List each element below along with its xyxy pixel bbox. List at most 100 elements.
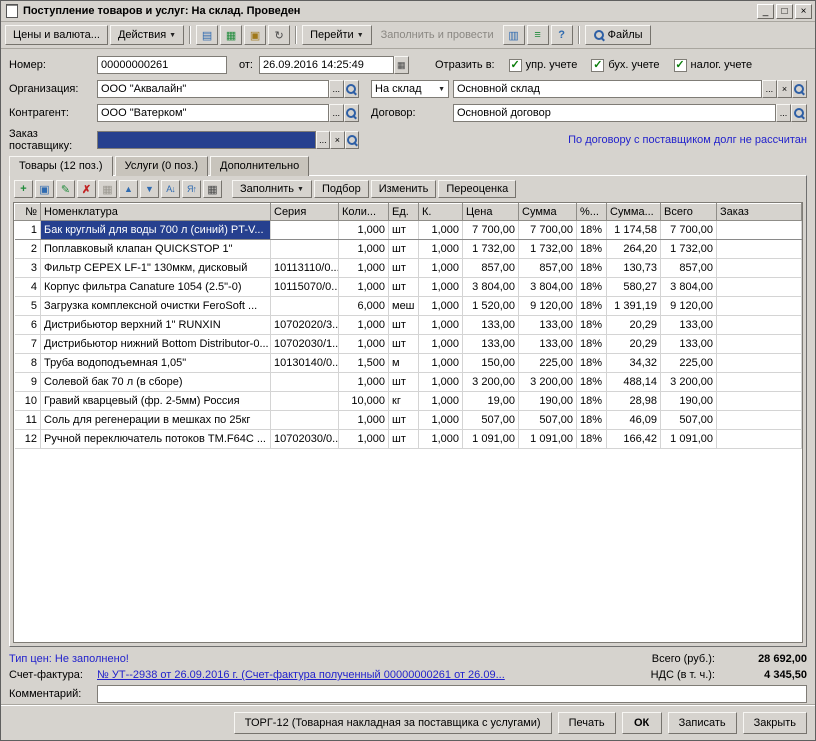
contract-input[interactable] <box>453 104 776 122</box>
date-label: от: <box>239 59 253 71</box>
organization-select-button[interactable]: ... <box>329 80 344 98</box>
arrow-up-icon: ▲ <box>124 184 133 194</box>
add-row-button[interactable]: + <box>14 180 33 198</box>
move-row-up-button[interactable]: ▲ <box>119 180 138 198</box>
warehouse-select-button[interactable]: ... <box>762 80 777 98</box>
organization-open-button[interactable] <box>344 80 359 98</box>
settings-grid-icon: ▦ <box>207 183 217 196</box>
date-input[interactable] <box>259 56 394 74</box>
delete-row-button[interactable]: ✗ <box>77 180 96 198</box>
post-icon: ▦ <box>226 29 236 42</box>
move-row-down-button[interactable]: ▼ <box>140 180 159 198</box>
table-row[interactable]: 10 Гравий кварцевый (фр. 2-5мм) Россия 1… <box>15 392 802 411</box>
pick-button[interactable]: Подбор <box>314 180 369 198</box>
warehouse-mode-select[interactable]: На склад ▼ <box>371 80 449 98</box>
warehouse-open-button[interactable] <box>792 80 807 98</box>
sort-ascending-button[interactable]: А↓ <box>161 180 180 198</box>
arrow-down-icon: ▼ <box>145 184 154 194</box>
post-document-button[interactable]: ▦ <box>220 25 242 45</box>
table-row[interactable]: 9 Солевой бак 70 л (в сборе) 1,000 шт 1,… <box>15 373 802 392</box>
calendar-icon: ▦ <box>397 60 406 70</box>
table-row[interactable]: 3 Фильтр CEPEX LF-1" 130мкм, дисковый 10… <box>15 259 802 278</box>
contragent-select-button[interactable]: ... <box>329 104 344 122</box>
supplier-debt-link[interactable]: По договору с поставщиком долг не рассчи… <box>568 134 807 146</box>
number-label: Номер: <box>9 59 97 71</box>
contragent-open-button[interactable] <box>344 104 359 122</box>
table-body: 1 Бак круглый для воды 700 л (синий) PT-… <box>15 221 802 449</box>
close-button[interactable]: × <box>795 4 812 19</box>
sort-descending-button[interactable]: Я↑ <box>182 180 201 198</box>
checkbox-upr-uchete[interactable]: упр. учете <box>509 59 578 72</box>
fill-button[interactable]: Заполнить ▼ <box>232 180 312 198</box>
document-list-button[interactable]: ≡ <box>527 25 549 45</box>
change-button[interactable]: Изменить <box>371 180 437 198</box>
supplier-order-open-button[interactable] <box>345 131 359 149</box>
maximize-button[interactable]: □ <box>776 4 793 19</box>
reprice-button[interactable]: Переоценка <box>438 180 516 198</box>
checkbox-icon[interactable] <box>674 59 687 72</box>
table-row[interactable]: 11 Соль для регенерации в мешках по 25кг… <box>15 411 802 430</box>
contract-select-button[interactable]: ... <box>776 104 792 122</box>
invoice-link[interactable]: № УТ--2938 от 26.09.2016 г. (Счет-фактур… <box>97 669 651 681</box>
comment-input[interactable] <box>97 685 807 703</box>
list-settings-button[interactable]: ▦ <box>203 180 222 198</box>
grid-icon: ▦ <box>102 183 112 196</box>
input-on-basis-button[interactable]: ▥ <box>503 25 525 45</box>
table-header-row: № Номенклатура Серия Коли... Ед. К. Цена… <box>15 204 802 221</box>
minimize-button[interactable]: _ <box>757 4 774 19</box>
actions-button[interactable]: Действия ▼ <box>110 25 184 45</box>
help-button[interactable]: ? <box>551 25 573 45</box>
price-type-link[interactable]: Тип цен: Не заполнено! <box>9 653 129 665</box>
contragent-label: Контрагент: <box>9 107 97 119</box>
table-row[interactable]: 1 Бак круглый для воды 700 л (синий) PT-… <box>15 221 802 240</box>
ok-button[interactable]: ОК <box>622 712 662 734</box>
supplier-order-select-button[interactable]: ... <box>316 131 330 149</box>
files-button[interactable]: Файлы <box>585 25 651 45</box>
copy-row-button[interactable]: ▣ <box>35 180 54 198</box>
checkbox-icon[interactable] <box>509 59 522 72</box>
table-row[interactable]: 12 Ручной переключатель потоков TM.F64C … <box>15 430 802 449</box>
table-row[interactable]: 6 Дистрибьютор верхний 1" RUNXIN 1070202… <box>15 316 802 335</box>
delete-icon: ✗ <box>82 183 91 196</box>
col-header-sum: Сумма <box>519 204 577 221</box>
table-row[interactable]: 8 Труба водоподъемная 1,05" 10130140/0..… <box>15 354 802 373</box>
checkbox-nalog-uchete[interactable]: налог. учете <box>674 59 753 72</box>
checkbox-icon[interactable] <box>591 59 604 72</box>
organization-input[interactable] <box>97 80 329 98</box>
table-row[interactable]: 5 Загрузка комплексной очистки FeroSoft … <box>15 297 802 316</box>
reread-button[interactable]: ↻ <box>268 25 290 45</box>
prices-currency-label: Цены и валюта... <box>13 29 100 41</box>
contract-open-button[interactable] <box>791 104 807 122</box>
write-button[interactable]: Записать <box>668 712 737 734</box>
table-row[interactable]: 4 Корпус фильтра Canature 1054 (2.5"-0) … <box>15 278 802 297</box>
tab-goods[interactable]: Товары (12 поз.) <box>9 156 113 176</box>
print-button[interactable]: Печать <box>558 712 616 734</box>
chevron-down-icon: ▼ <box>169 32 176 39</box>
table-row[interactable]: 2 Поплавковый клапан QUICKSTOP 1" 1,000 … <box>15 240 802 259</box>
items-grid: № Номенклатура Серия Коли... Ед. К. Цена… <box>13 202 803 643</box>
contract-label: Договор: <box>371 107 449 119</box>
table-row[interactable]: 7 Дистрибьютор нижний Bottom Distributor… <box>15 335 802 354</box>
supplier-order-label: Заказ поставщику: <box>9 128 97 152</box>
col-header-price: Цена <box>463 204 519 221</box>
magnifier-icon <box>345 83 357 95</box>
magnifier-icon <box>793 83 805 95</box>
number-input[interactable] <box>97 56 227 74</box>
close-window-button[interactable]: Закрыть <box>743 712 807 734</box>
pick-label: Подбор <box>322 183 361 195</box>
tab-services[interactable]: Услуги (0 поз.) <box>115 156 208 176</box>
supplier-order-clear-button[interactable]: × <box>330 131 344 149</box>
edit-row-button[interactable]: ✎ <box>56 180 75 198</box>
warehouse-clear-button[interactable]: × <box>777 80 792 98</box>
torg12-print-button[interactable]: ТОРГ-12 (Товарная накладная за поставщик… <box>234 712 552 734</box>
tab-additional[interactable]: Дополнительно <box>210 156 309 176</box>
contragent-input[interactable] <box>97 104 329 122</box>
checkbox-buh-uchete[interactable]: бух. учете <box>591 59 659 72</box>
warehouse-input[interactable] <box>453 80 762 98</box>
prices-currency-button[interactable]: Цены и валюта... <box>5 25 108 45</box>
supplier-order-input[interactable] <box>97 131 316 149</box>
save-document-button[interactable]: ▤ <box>196 25 218 45</box>
calendar-button[interactable]: ▦ <box>394 56 409 74</box>
copy-document-button[interactable]: ▣ <box>244 25 266 45</box>
goto-button[interactable]: Перейти ▼ <box>302 25 372 45</box>
